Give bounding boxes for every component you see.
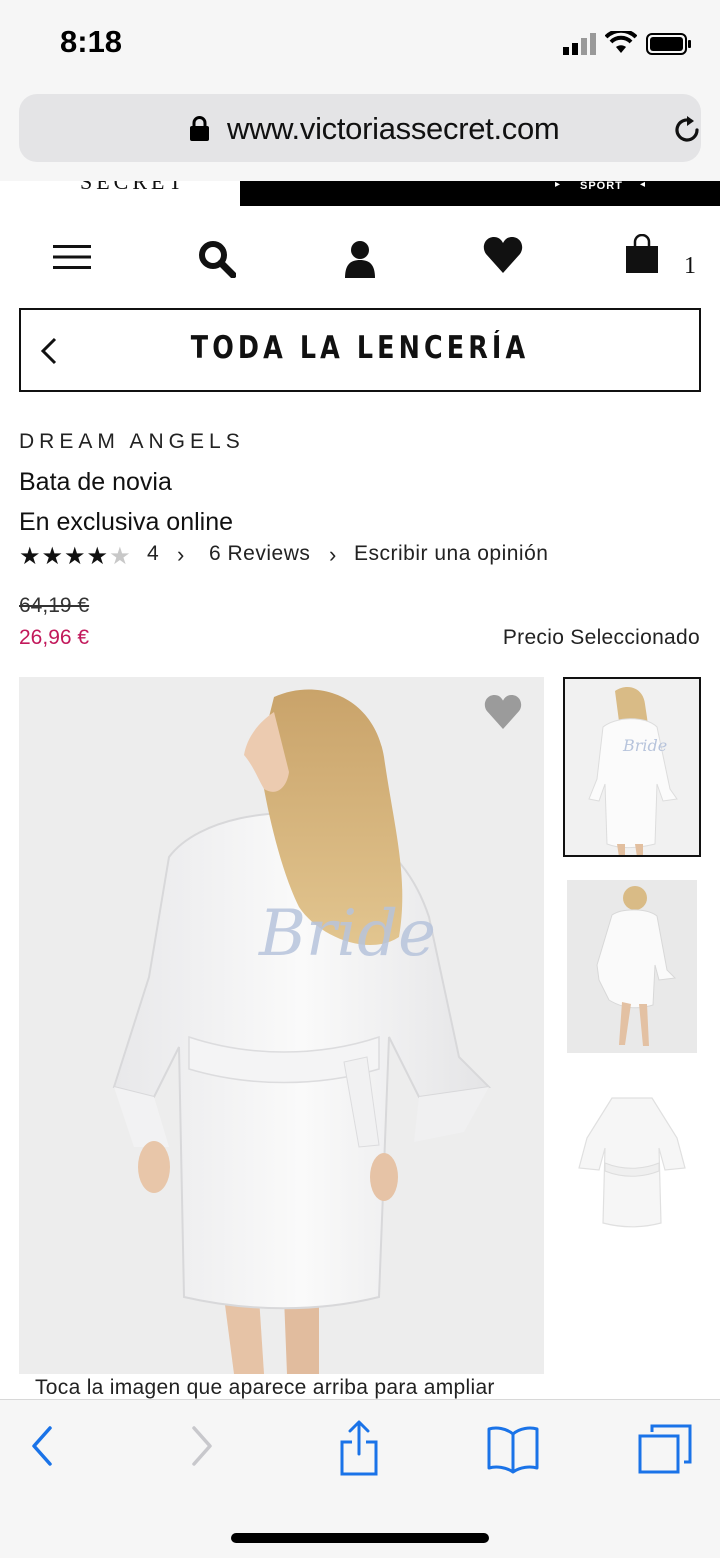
share-icon[interactable] [338,1420,380,1476]
add-to-favorites-heart-icon[interactable] [484,694,522,730]
product-thumbnail-2[interactable] [567,880,697,1053]
site-logo-banner[interactable]: SECRET [0,181,240,206]
back-arrow-icon[interactable] [28,1424,56,1468]
product-brand[interactable]: DREAM ANGELS [19,430,245,454]
browser-url-area: www.victoriassecret.com [0,88,720,181]
browser-toolbar [0,1399,720,1558]
chevron-right-icon: › [329,542,337,567]
product-name: Bata de novia [19,468,172,496]
star-filled-icon: ★ [86,543,110,570]
original-price: 64,19 € [19,594,90,617]
write-review-link[interactable]: Escribir una opinión [354,542,548,566]
status-bar: 8:18 [0,0,720,88]
account-icon[interactable] [343,240,377,278]
rating-value: 4 [147,542,159,565]
star-filled-icon: ★ [64,543,87,570]
bookmarks-icon[interactable] [486,1424,540,1474]
chevron-left-icon[interactable] [39,336,59,366]
forward-arrow-icon[interactable] [188,1424,216,1468]
thumbnail-image [567,880,697,1053]
svg-text:Bride: Bride [258,897,436,971]
star-rating[interactable]: ★★★★★ [19,542,132,571]
wifi-icon [605,31,637,53]
product-thumbnail-3[interactable] [567,1078,697,1251]
selected-price-label: Precio Seleccionado [502,626,700,649]
wishlist-heart-icon[interactable] [483,236,523,274]
product-thumbnail-1[interactable]: Bride [563,677,701,857]
sport-link[interactable]: SPORT [580,181,623,192]
cellular-signal-icon [563,33,596,55]
main-product-image[interactable]: Bride [19,677,544,1374]
category-title: TODA LA LENCERÍA [190,330,530,366]
robe-model-illustration: Bride [112,689,492,1374]
sale-price: 26,96 € [19,626,90,649]
banner-arrow-icon: ◂ [640,181,646,190]
star-empty-icon: ★ [109,543,132,570]
star-filled-icon: ★ [41,543,65,570]
bag-count[interactable]: 1 [684,253,696,280]
search-icon[interactable] [198,240,236,278]
rating-row: ★★★★★ 4 › 6 Reviews › Escribir una opini… [19,540,709,570]
site-nav: 1 [0,206,720,306]
address-bar[interactable]: www.victoriassecret.com [19,94,701,162]
battery-icon [646,33,691,55]
home-indicator [231,1533,489,1543]
exclusive-badge: En exclusiva online [19,508,234,536]
brand-logo-fragment: SECRET [80,181,186,194]
chevron-right-icon: › [177,542,185,567]
url-text[interactable]: www.victoriassecret.com [227,111,560,147]
status-time: 8:18 [60,24,123,59]
lock-icon [190,116,209,141]
category-header[interactable]: TODA LA LENCERÍA [19,308,701,392]
shopping-bag-icon[interactable] [624,234,660,274]
thumbnail-image: Bride [565,679,699,855]
star-filled-icon: ★ [19,543,42,570]
svg-text:Bride: Bride [622,736,667,755]
promo-banner[interactable]: ▸ SPORT ◂ [240,181,720,206]
zoom-hint-text: Toca la imagen que aparece arriba para a… [35,1376,495,1399]
banner-arrow-icon: ▸ [555,181,561,190]
reviews-link[interactable]: 6 Reviews [209,542,310,566]
hamburger-menu-icon[interactable] [53,244,91,270]
reload-icon[interactable] [671,114,703,146]
thumbnail-image [567,1078,697,1251]
tabs-icon[interactable] [638,1424,692,1474]
